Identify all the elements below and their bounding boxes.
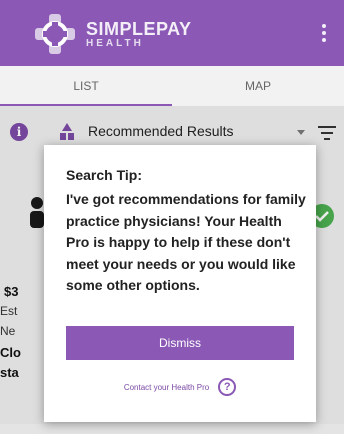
- help-icon[interactable]: ?: [218, 378, 237, 396]
- contact-row: Contact your Health Pro ?: [44, 375, 316, 399]
- brand-subtitle: HEALTH: [86, 38, 144, 49]
- search-tip-dialog: Search Tip: I've got recommendations for…: [44, 145, 316, 422]
- brand-name: SIMPLEPAY: [86, 19, 192, 39]
- tab-map[interactable]: MAP: [172, 66, 344, 106]
- tab-list-label: LIST: [73, 79, 99, 93]
- bottom-strip: [0, 424, 344, 434]
- dismiss-button[interactable]: Dismiss: [66, 326, 294, 360]
- brand: SIMPLEPAY HEALTH: [86, 20, 192, 49]
- dialog-title: Search Tip:: [66, 167, 142, 183]
- simplepay-logo-icon: [35, 14, 75, 54]
- contact-health-pro-link[interactable]: Contact your Health Pro: [124, 383, 209, 392]
- app-bar: SIMPLEPAY HEALTH: [0, 0, 344, 66]
- tab-list[interactable]: LIST: [0, 66, 172, 106]
- more-vert-icon[interactable]: [318, 22, 330, 44]
- tab-map-label: MAP: [244, 79, 271, 93]
- dialog-message: I've got recommendations for family prac…: [66, 191, 306, 293]
- tab-bar: LIST MAP: [0, 66, 344, 106]
